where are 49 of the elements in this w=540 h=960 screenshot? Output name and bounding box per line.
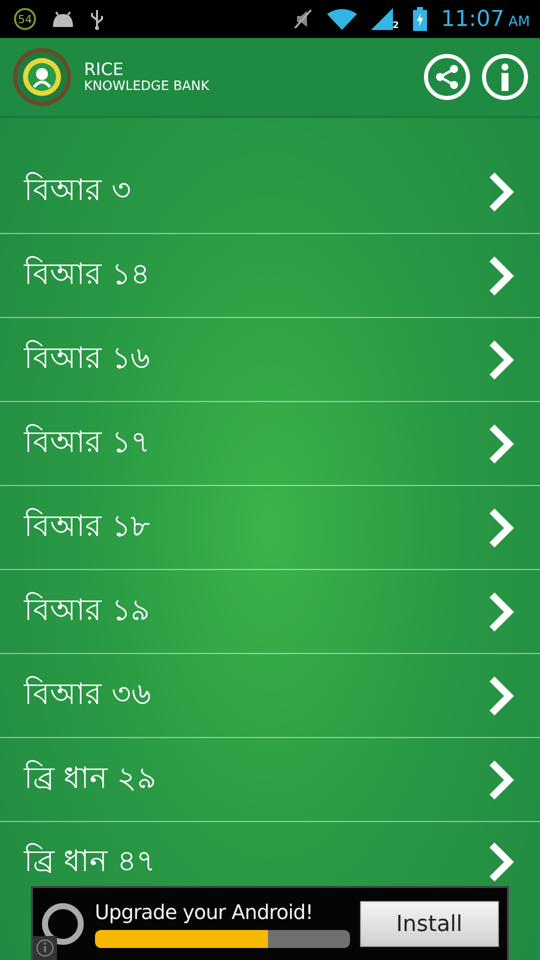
variety-name: বিআর ১৪ — [24, 255, 151, 294]
share-button[interactable] — [424, 54, 470, 100]
usb-icon — [90, 8, 104, 30]
variety-row[interactable]: বিআর ১৯ — [0, 570, 540, 654]
variety-row[interactable]: বিআর ১৪ — [0, 234, 540, 318]
ad-info-icon[interactable] — [33, 936, 57, 960]
variety-row[interactable]: ব্রি ধান ৪৭ — [0, 822, 540, 886]
variety-name: বিআর ১৬ — [24, 339, 152, 378]
variety-row[interactable]: বিআর ১৮ — [0, 486, 540, 570]
signal-icon — [370, 8, 395, 30]
app-subtitle: KNOWLEDGE BANK — [84, 78, 210, 94]
variety-row[interactable]: বিআর ৩৬ — [0, 654, 540, 738]
chevron-right-icon — [488, 254, 514, 296]
variety-name: বিআর ১৯ — [24, 591, 151, 630]
share-icon — [434, 64, 460, 90]
battery-icon — [412, 7, 427, 31]
variety-name: ব্রি ধান ২৯ — [24, 759, 158, 798]
install-button[interactable]: Install — [360, 901, 499, 947]
chevron-right-icon — [488, 674, 514, 716]
clock-time: 11:07 — [440, 6, 504, 32]
variety-row[interactable]: বিআর ৩ — [0, 150, 540, 234]
variety-name: বিআর ১৭ — [24, 423, 152, 462]
chevron-right-icon — [488, 506, 514, 548]
info-button[interactable] — [482, 54, 528, 100]
android-icon — [50, 11, 76, 27]
ring-icon — [41, 902, 85, 946]
logo-icon — [12, 47, 72, 107]
chevron-right-icon — [488, 841, 514, 883]
variety-name: বিআর ৩ — [24, 171, 133, 210]
wifi-icon — [326, 8, 357, 30]
ad-headline: Upgrade your Android! — [94, 900, 314, 924]
info-icon — [500, 63, 510, 91]
ad-banner[interactable]: Upgrade your Android! Install — [31, 886, 509, 960]
chevron-right-icon — [488, 758, 514, 800]
variety-name: ব্রি ধান ৪৭ — [24, 842, 158, 880]
chevron-right-icon — [488, 170, 514, 212]
variety-row[interactable]: বিআর ১৭ — [0, 402, 540, 486]
variety-name: বিআর ১৮ — [24, 507, 151, 546]
notification-count: 54 — [14, 8, 36, 30]
chevron-right-icon — [488, 422, 514, 464]
chevron-right-icon — [488, 338, 514, 380]
clock-meridiem: AM — [508, 14, 530, 30]
network-label: 2 — [392, 21, 399, 31]
variety-row[interactable]: বিআর ১৬ — [0, 318, 540, 402]
variety-row[interactable]: ব্রি ধান ২৯ — [0, 738, 540, 822]
chevron-right-icon — [488, 590, 514, 632]
variety-name: বিআর ৩৬ — [24, 675, 153, 714]
mute-icon — [292, 8, 313, 30]
app-title: RICE — [84, 60, 124, 78]
